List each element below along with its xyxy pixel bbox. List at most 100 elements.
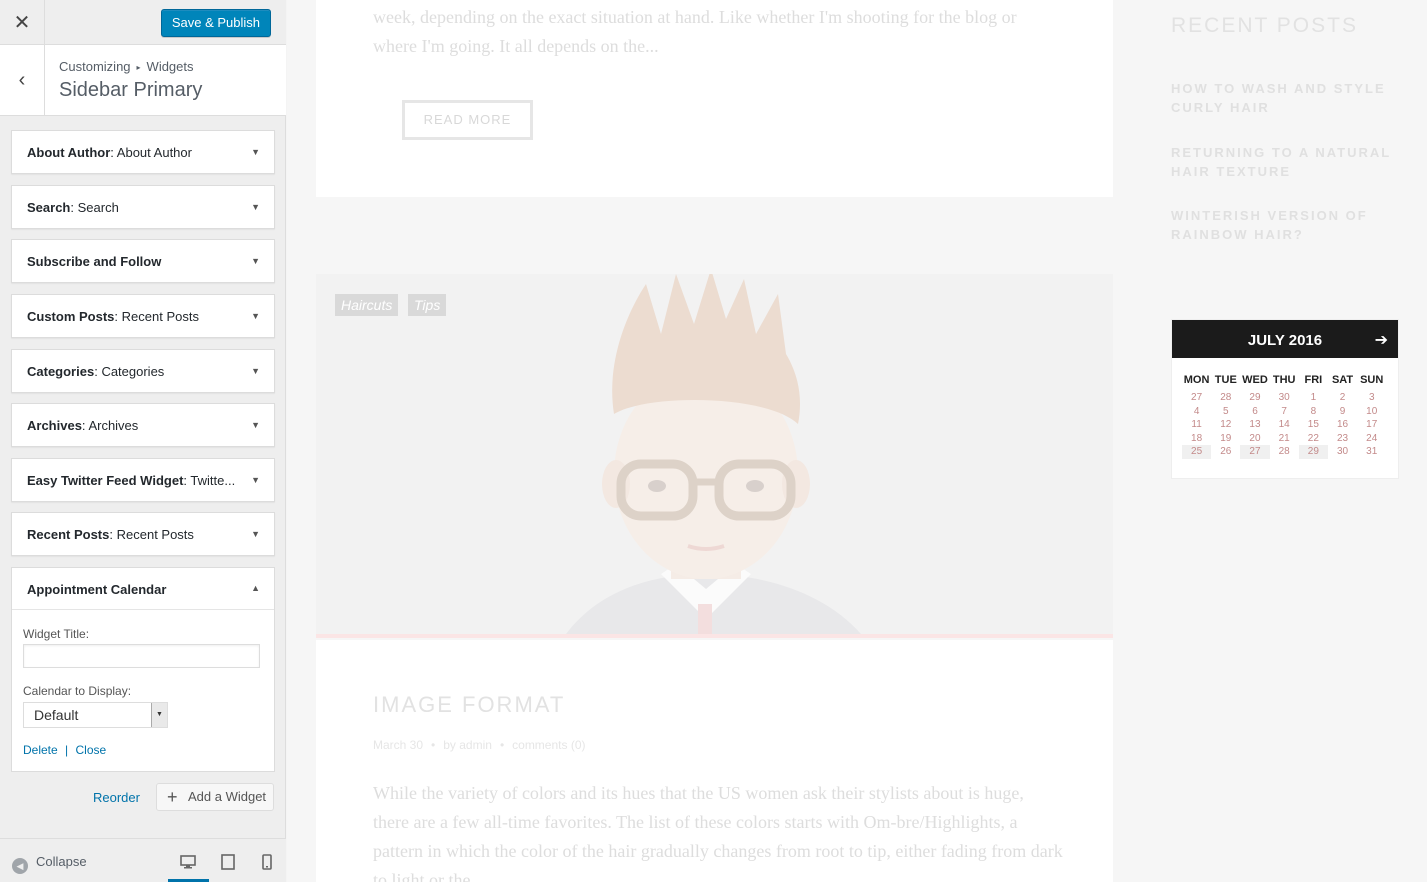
reorder-link[interactable]: Reorder [93,790,140,805]
site-preview: week, depending on the exact situation a… [287,0,1427,882]
calendar-day[interactable]: 20 [1240,432,1269,446]
calendar-day[interactable]: 18 [1182,432,1211,446]
chevron-down-icon[interactable]: ▼ [151,703,167,727]
calendar-day[interactable]: 16 [1328,418,1357,432]
calendar-day[interactable]: 22 [1299,432,1328,446]
tag-haircuts[interactable]: Haircuts [335,294,399,316]
tablet-icon[interactable] [219,853,237,871]
calendar-week: 11 12 13 14 15 16 17 [1182,418,1392,432]
post-excerpt: While the variety of colors and its hues… [373,783,1063,882]
calendar-day[interactable]: 13 [1240,418,1269,432]
read-more-button[interactable]: READ MORE [402,100,533,140]
widget-label: Categories: Categories [27,364,165,379]
post-comments[interactable]: comments (0) [512,738,585,752]
weekday: THU [1272,374,1296,386]
calendar-grid: 27 28 29 30 1 2 3 4 5 6 7 8 9 10 11 12 1… [1182,391,1392,459]
calendar-select-label: Calendar to Display: [23,684,132,698]
calendar-day[interactable]: 8 [1299,405,1328,419]
caret-down-icon[interactable]: ▼ [251,366,260,376]
calendar-day[interactable]: 1 [1299,391,1328,405]
widget-custom-posts[interactable]: Custom Posts: Recent Posts ▼ [11,294,275,338]
caret-down-icon[interactable]: ▼ [251,256,260,266]
caret-down-icon[interactable]: ▼ [251,475,260,485]
caret-down-icon[interactable]: ▼ [251,147,260,157]
caret-up-icon[interactable]: ▲ [251,583,260,593]
calendar-day[interactable]: 24 [1357,432,1386,446]
calendar-day[interactable]: 19 [1211,432,1240,446]
save-publish-button[interactable]: Save & Publish [160,9,271,37]
calendar-day[interactable]: 4 [1182,405,1211,419]
post-meta: March 30 • by admin • comments (0) [373,738,586,752]
widget-header[interactable]: Appointment Calendar ▲ [12,568,274,610]
recent-post-link[interactable]: RETURNING TO A NATURAL HAIR TEXTURE [1171,143,1391,181]
plus-icon: + [167,787,178,807]
recent-post-link[interactable]: WINTERISH VERSION OF RAINBOW HAIR? [1171,206,1391,244]
recent-post-link[interactable]: HOW TO WASH AND STYLE CURLY HAIR [1171,79,1391,117]
collapse-label: Collapse [36,854,87,869]
weekday: TUE [1214,374,1237,386]
caret-down-icon[interactable]: ▼ [251,529,260,539]
caret-down-icon[interactable]: ▼ [251,420,260,430]
calendar-day[interactable]: 28 [1211,391,1240,405]
widget-subscribe-follow[interactable]: Subscribe and Follow ▼ [11,239,275,283]
widget-archives[interactable]: Archives: Archives ▼ [11,403,275,447]
calendar-day[interactable]: 23 [1328,432,1357,446]
add-widget-label: Add a Widget [188,789,267,804]
calendar-day[interactable]: 30 [1328,445,1357,459]
post-featured-image: Haircuts Tips [316,274,1113,638]
widget-search[interactable]: Search: Search ▼ [11,185,275,229]
calendar-day[interactable]: 3 [1357,391,1386,405]
caret-down-icon[interactable]: ▼ [251,311,260,321]
calendar-day[interactable]: 31 [1357,445,1386,459]
calendar-day[interactable]: 29 [1298,445,1328,459]
widget-title-input[interactable] [23,644,260,668]
post-author[interactable]: by admin [443,738,492,752]
widget-recent-posts[interactable]: Recent Posts: Recent Posts ▼ [11,512,275,556]
calendar-day[interactable]: 6 [1240,405,1269,419]
post-title[interactable]: IMAGE FORMAT [373,692,565,718]
calendar-day[interactable]: 21 [1270,432,1299,446]
add-widget-button[interactable]: + Add a Widget [156,783,274,811]
mobile-icon[interactable] [258,853,276,871]
weekday: MON [1183,374,1210,386]
tag-tips[interactable]: Tips [408,294,447,316]
weekday: FRI [1304,374,1323,386]
calendar-day[interactable]: 17 [1357,418,1386,432]
calendar-day[interactable]: 15 [1299,418,1328,432]
calendar-day[interactable]: 25 [1182,445,1212,459]
calendar-day[interactable]: 14 [1270,418,1299,432]
calendar-day[interactable]: 9 [1328,405,1357,419]
calendar-select[interactable]: Default ▼ [23,702,168,728]
calendar-day[interactable]: 2 [1328,391,1357,405]
calendar-day[interactable]: 5 [1211,405,1240,419]
widget-categories[interactable]: Categories: Categories ▼ [11,349,275,393]
calendar-day[interactable]: 30 [1270,391,1299,405]
calendar-day[interactable]: 27 [1240,445,1270,459]
widget-actions: Delete | Close [23,743,106,757]
widget-label: Archives: Archives [27,418,139,433]
weekday: SUN [1360,374,1384,386]
recent-posts-title: RECENT POSTS [1171,14,1358,37]
calendar-day[interactable]: 7 [1270,405,1299,419]
calendar-day[interactable]: 27 [1182,391,1211,405]
desktop-icon[interactable] [179,853,197,871]
widget-label: Easy Twitter Feed Widget: Twitte... [27,473,236,488]
close-icon[interactable]: ✕ [0,0,45,45]
arrow-right-icon[interactable]: ➔ [1375,320,1388,362]
calendar-day[interactable]: 12 [1211,418,1240,432]
delete-link[interactable]: Delete [23,743,58,757]
calendar-day[interactable]: 28 [1270,445,1299,459]
collapse-button[interactable]: ◀ Collapse [12,854,87,874]
calendar-day[interactable]: 29 [1240,391,1269,405]
close-link[interactable]: Close [76,743,107,757]
widget-about-author[interactable]: About Author: About Author ▼ [11,130,275,174]
chevron-left-icon[interactable]: ‹ [0,45,45,115]
calendar-day[interactable]: 10 [1357,405,1386,419]
caret-down-icon[interactable]: ▼ [251,202,260,212]
calendar-day[interactable]: 11 [1182,418,1211,432]
action-separator: | [65,743,69,757]
widget-label: Search: Search [27,200,119,215]
widget-twitter-feed[interactable]: Easy Twitter Feed Widget: Twitte... ▼ [11,458,275,502]
calendar-day[interactable]: 26 [1211,445,1240,459]
breadcrumb: Customizing ▸ Widgets [59,59,194,74]
